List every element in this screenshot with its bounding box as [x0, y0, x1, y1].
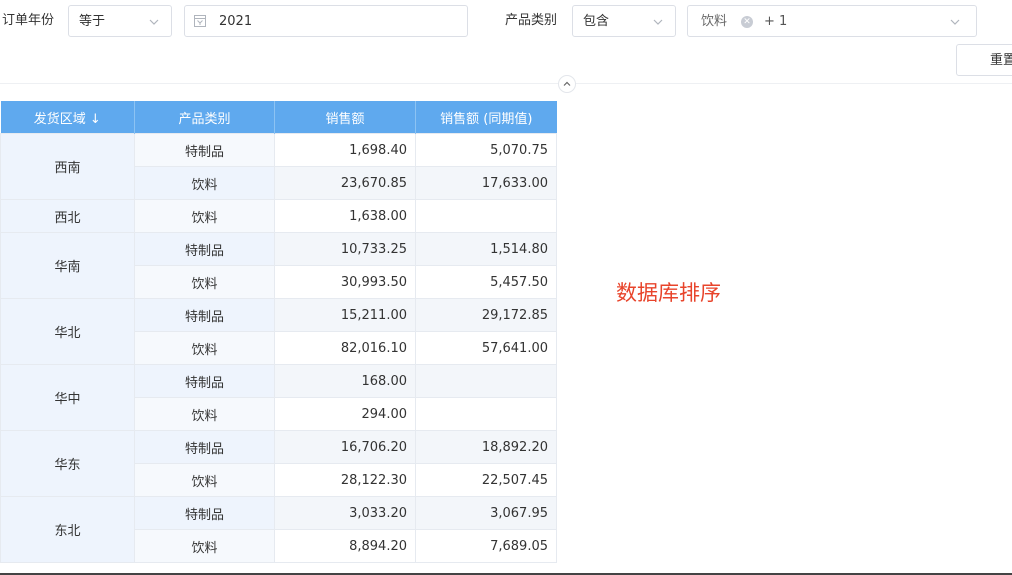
- sales-cell: 28,122.30: [274, 463, 416, 497]
- year-operator-select[interactable]: 等于: [68, 5, 172, 37]
- category-cell: 饮料: [134, 331, 275, 365]
- reset-button-label: 重置: [990, 53, 1012, 68]
- table-row: 华南 特制品 10,733.25 1,514.80: [0, 232, 557, 299]
- category-cell: 特制品: [134, 430, 275, 464]
- prior-sales-cell: 3,067.95: [415, 496, 557, 530]
- category-filter-label: 产品类别: [505, 13, 558, 28]
- region-cell: 西南: [0, 133, 135, 200]
- category-cell: 特制品: [134, 232, 275, 266]
- sales-cell: 168.00: [274, 364, 416, 398]
- sales-cell: 8,894.20: [274, 529, 416, 563]
- sales-cell: 3,033.20: [274, 496, 416, 530]
- category-cell: 饮料: [134, 166, 275, 200]
- prior-sales-cell: 5,070.75: [415, 133, 557, 167]
- region-cell: 东北: [0, 496, 135, 563]
- prior-sales-cell: 1,514.80: [415, 232, 557, 266]
- region-cell: 华东: [0, 430, 135, 497]
- sales-cell: 1,698.40: [274, 133, 416, 167]
- prior-sales-cell: 17,633.00: [415, 166, 557, 200]
- prior-sales-cell: [415, 199, 557, 233]
- calendar-icon: [194, 15, 206, 27]
- sales-cell: 10,733.25: [274, 232, 416, 266]
- sales-cell: 23,670.85: [274, 166, 416, 200]
- prior-sales-cell: [415, 397, 557, 431]
- filter-divider: [0, 83, 1012, 84]
- category-cell: 饮料: [134, 199, 275, 233]
- sales-cell: 15,211.00: [274, 298, 416, 332]
- prior-sales-cell: 7,689.05: [415, 529, 557, 563]
- prior-sales-cell: 22,507.45: [415, 463, 557, 497]
- pivot-table: 发货区域 ↓ 产品类别 销售额 销售额 (同期值) 西南 特制品 1,698.4…: [0, 101, 557, 563]
- year-filter-label: 订单年份: [2, 13, 55, 28]
- column-header-category[interactable]: 产品类别: [134, 101, 275, 134]
- sales-cell: 1,638.00: [274, 199, 416, 233]
- region-cell: 华南: [0, 232, 135, 299]
- region-cell: 华中: [0, 364, 135, 431]
- category-operator-select[interactable]: 包含: [572, 5, 676, 37]
- table-header-row: 发货区域 ↓ 产品类别 销售额 销售额 (同期值): [0, 101, 557, 134]
- tag-remove-icon[interactable]: ✕: [741, 16, 753, 28]
- column-header-region[interactable]: 发货区域 ↓: [0, 101, 135, 134]
- category-tag-label: 饮料: [701, 14, 728, 29]
- reset-button[interactable]: 重置: [956, 44, 1012, 76]
- sales-cell: 30,993.50: [274, 265, 416, 299]
- category-cell: 特制品: [134, 496, 275, 530]
- prior-sales-cell: 5,457.50: [415, 265, 557, 299]
- table-row: 西北 饮料 1,638.00: [0, 199, 557, 233]
- category-cell: 饮料: [134, 529, 275, 563]
- year-value-input[interactable]: 2021: [184, 5, 468, 37]
- column-header-sales-prior[interactable]: 销售额 (同期值): [415, 101, 557, 134]
- category-cell: 饮料: [134, 397, 275, 431]
- prior-sales-cell: 18,892.20: [415, 430, 557, 464]
- region-cell: 西北: [0, 199, 135, 233]
- category-cell: 特制品: [134, 298, 275, 332]
- sales-cell: 82,016.10: [274, 331, 416, 365]
- category-cell: 饮料: [134, 463, 275, 497]
- prior-sales-cell: [415, 364, 557, 398]
- year-operator-value: 等于: [79, 14, 106, 29]
- chevron-up-icon: [563, 81, 571, 86]
- year-value: 2021: [219, 14, 253, 29]
- category-cell: 特制品: [134, 364, 275, 398]
- prior-sales-cell: 57,641.00: [415, 331, 557, 365]
- category-cell: 饮料: [134, 265, 275, 299]
- table-row: 东北 特制品 3,033.20 3,067.95: [0, 496, 557, 563]
- table-row: 华中 特制品 168.00: [0, 364, 557, 431]
- column-header-sales[interactable]: 销售额: [274, 101, 416, 134]
- table-row: 华东 特制品 16,706.20 18,892.20: [0, 430, 557, 497]
- category-cell: 特制品: [134, 133, 275, 167]
- sales-cell: 294.00: [274, 397, 416, 431]
- collapse-filter-button[interactable]: [558, 75, 576, 93]
- table-row: 华北 特制品 15,211.00 29,172.85: [0, 298, 557, 365]
- chevron-down-icon: [149, 19, 159, 25]
- sort-annotation: 数据库排序: [616, 281, 721, 305]
- prior-sales-cell: 29,172.85: [415, 298, 557, 332]
- table-row: 西南 特制品 1,698.40 5,070.75: [0, 133, 557, 200]
- category-operator-value: 包含: [583, 14, 610, 29]
- chevron-down-icon: [653, 19, 663, 25]
- sales-cell: 16,706.20: [274, 430, 416, 464]
- region-cell: 华北: [0, 298, 135, 365]
- chevron-down-icon: [950, 19, 960, 25]
- category-value-select[interactable]: 饮料 ✕ + 1: [687, 5, 977, 37]
- category-more-count: + 1: [764, 14, 788, 29]
